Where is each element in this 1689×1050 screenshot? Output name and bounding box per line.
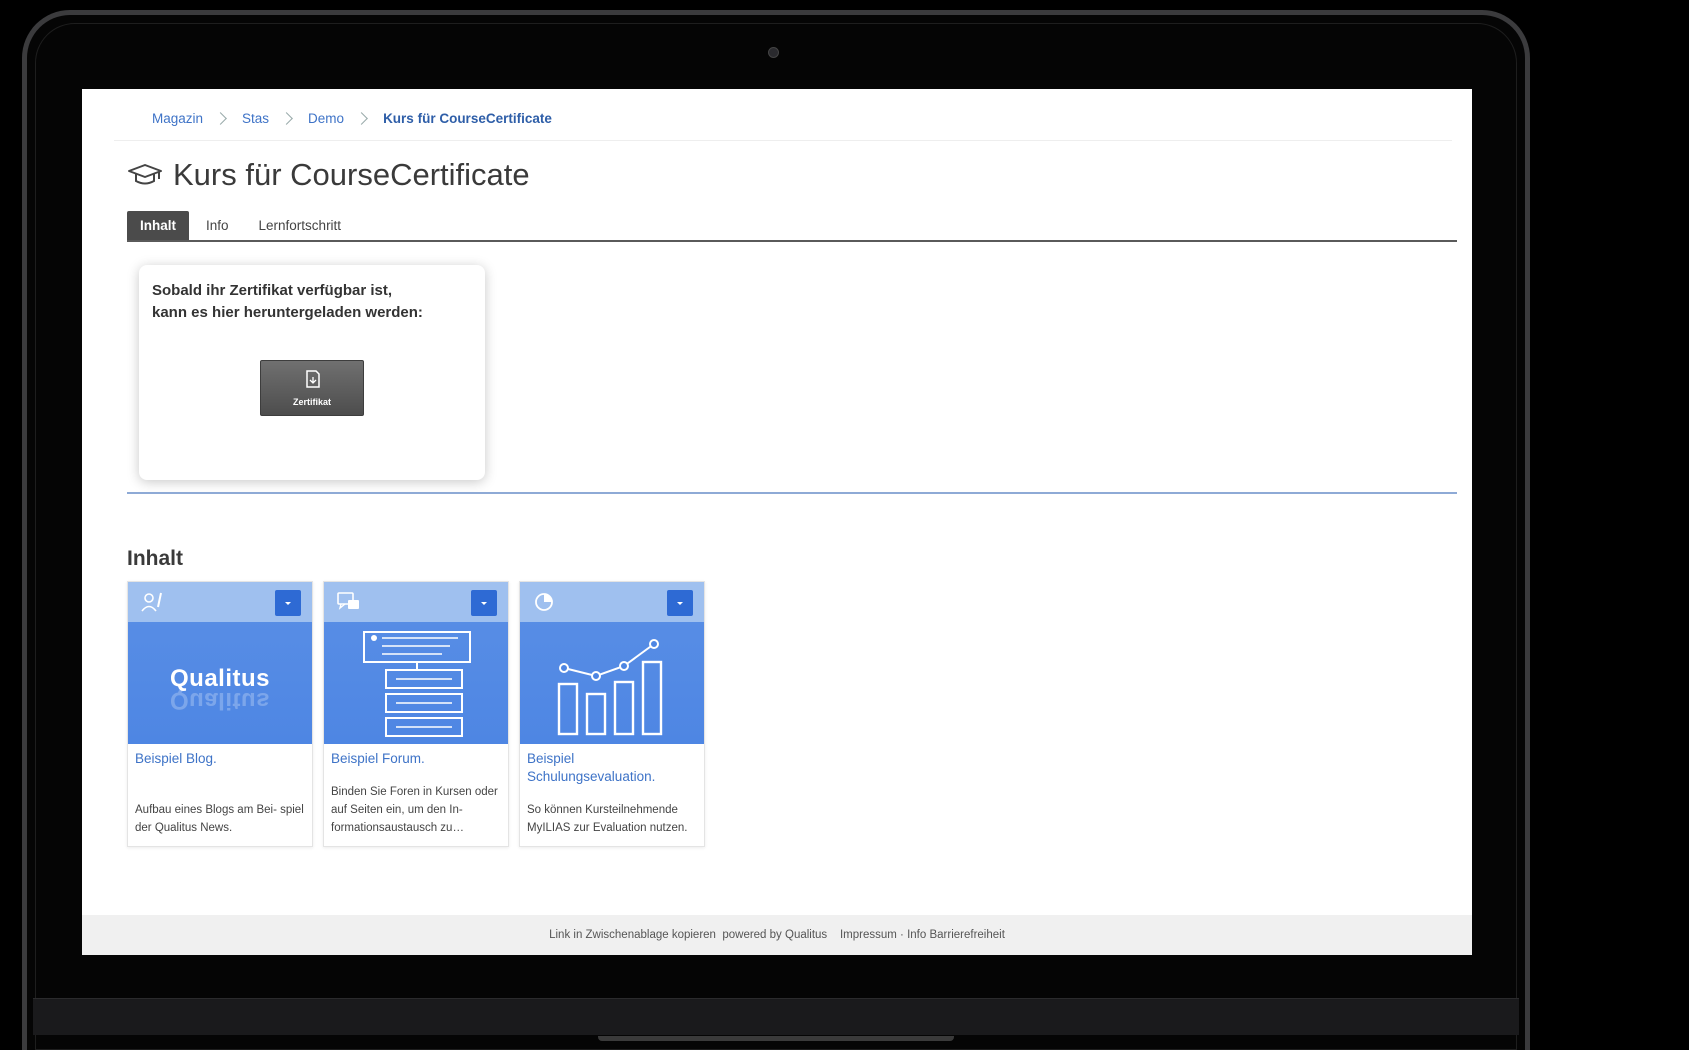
impressum-link[interactable]: Impressum — [840, 929, 897, 941]
accessibility-info-link[interactable]: Info Barrierefreiheit — [907, 929, 1005, 941]
certificate-text-line2: kann es hier heruntergeladen werden: — [152, 304, 423, 321]
chevron-right-icon — [280, 112, 293, 125]
breadcrumb-item-stas[interactable]: Stas — [242, 111, 269, 126]
tab-inhalt[interactable]: Inhalt — [127, 211, 189, 240]
tab-info[interactable]: Info — [193, 211, 242, 240]
forum-icon — [337, 592, 359, 610]
graduation-cap-icon — [128, 164, 162, 185]
tab-divider — [127, 240, 1457, 242]
tile-description: Aufbau eines Blogs am Bei- spiel der Qua… — [135, 804, 304, 834]
tile-header — [520, 582, 704, 622]
content-heading: Inhalt — [127, 547, 183, 570]
content-tile-forum[interactable]: Beispiel Forum. Binden Sie Foren in Kurs… — [323, 581, 509, 847]
content-tile-blog[interactable]: Qualitus Qualitus Beispiel Blog. Aufbau … — [127, 581, 313, 847]
qualitus-logo-reflection: Qualitus — [169, 687, 270, 714]
breadcrumb-item-magazin[interactable]: Magazin — [152, 111, 203, 126]
breadcrumb-current[interactable]: Kurs für CourseCertificate — [383, 111, 552, 126]
tile-title[interactable]: Beispiel Blog. — [135, 750, 305, 768]
tile-title[interactable]: Beispiel Schulungsevaluation. — [527, 750, 697, 786]
laptop-hinge — [598, 1036, 954, 1041]
tile-header — [128, 582, 312, 622]
section-divider — [127, 492, 1457, 494]
browser-screen: Magazin Stas Demo Kurs für CourseCertifi… — [82, 89, 1472, 955]
content-tile-survey[interactable]: Beispiel Schulungsevaluation. So können … — [519, 581, 705, 847]
survey-icon — [535, 593, 553, 611]
webcam — [768, 47, 779, 58]
breadcrumb: Magazin Stas Demo Kurs für CourseCertifi… — [152, 111, 552, 126]
tile-description: Binden Sie Foren in Kursen oder auf Seit… — [331, 786, 498, 834]
page-title: Kurs für CourseCertificate — [173, 157, 530, 192]
footer-separator: · — [900, 929, 904, 941]
chevron-right-icon — [214, 112, 227, 125]
certificate-download-button[interactable]: Zertifikat — [260, 360, 364, 416]
certificate-button-label: Zertifikat — [292, 397, 331, 407]
tile-header — [324, 582, 508, 622]
page-header: Kurs für CourseCertificate — [127, 157, 530, 193]
breadcrumb-divider — [114, 140, 1452, 141]
page-footer: Link in Zwischenablage kopieren powered … — [82, 915, 1472, 955]
certificate-text: Sobald ihr Zertifikat verfügbar ist, kan… — [152, 280, 472, 324]
tile-actions-dropdown[interactable] — [471, 590, 497, 616]
tile-actions-dropdown[interactable] — [667, 590, 693, 616]
certificate-card: Sobald ihr Zertifikat verfügbar ist, kan… — [139, 265, 485, 480]
laptop-base — [33, 998, 1519, 1035]
certificate-text-line1: Sobald ihr Zertifikat verfügbar ist, — [152, 282, 393, 299]
tile-description: So können Kursteilnehmende MyILIAS zur E… — [527, 804, 688, 834]
powered-by-link[interactable]: powered by Qualitus — [722, 929, 827, 941]
copy-link[interactable]: Link in Zwischenablage kopieren — [549, 929, 716, 941]
chevron-right-icon — [355, 112, 368, 125]
tab-lernfortschritt[interactable]: Lernfortschritt — [246, 211, 355, 240]
breadcrumb-item-demo[interactable]: Demo — [308, 111, 344, 126]
tab-bar: Inhalt Info Lernfortschritt — [127, 211, 354, 240]
blog-icon — [141, 592, 162, 612]
tile-title[interactable]: Beispiel Forum. — [331, 750, 501, 768]
tile-actions-dropdown[interactable] — [275, 590, 301, 616]
certificate-document-icon — [306, 370, 320, 388]
